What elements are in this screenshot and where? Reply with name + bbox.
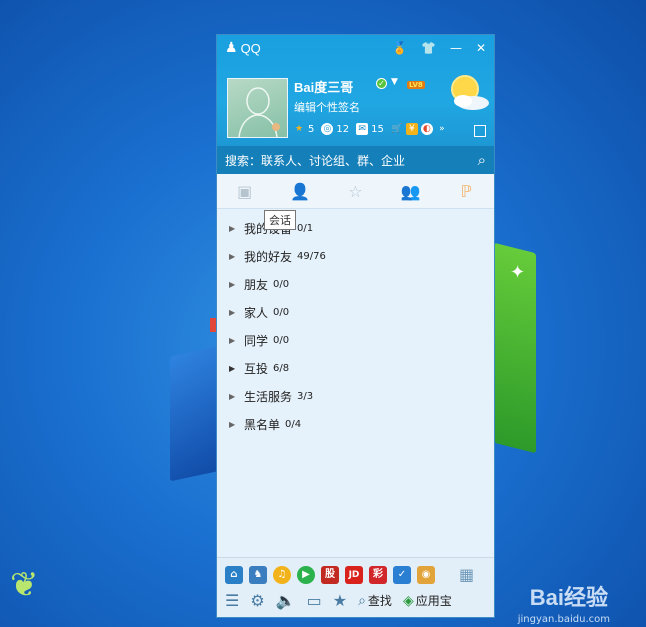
stock-icon[interactable]: 股 xyxy=(321,565,339,584)
group-count: 0/0 xyxy=(273,306,290,318)
lottery-icon[interactable]: 彩 xyxy=(369,565,387,584)
app-shortcuts: ⌂ ♞ ♫ ▶ 股 JD 彩 ✓ ◉ ▦ xyxy=(217,558,494,584)
appstore-label: 应用宝 xyxy=(415,594,452,608)
find-button[interactable]: ⌕ 查找 xyxy=(358,592,392,609)
folder-icon[interactable]: ▭ xyxy=(307,591,322,610)
qq-header: ♟ QQ 🏅 👕 — ✕ Bai度三哥 ✓ ▼ LV8 编辑个性签名 ★ 5 ◎… xyxy=(217,35,494,146)
search-icon: ⌕ xyxy=(358,592,366,609)
shopping-cart-icon[interactable]: 🛒 xyxy=(391,123,403,135)
browser-icon[interactable]: ◐ xyxy=(420,123,433,135)
main-tabs: ▣ 👤 ☆ 👥 ℙ xyxy=(217,174,494,209)
group-name: 朋友 xyxy=(244,277,269,292)
chevron-right-icon: ▶ xyxy=(229,391,236,401)
weather-sun-icon[interactable] xyxy=(443,71,491,115)
quick-stats-row: ★ 5 ◎ 12 ✉ 15 🛒 ¥ ◐ » xyxy=(293,123,448,135)
app-grid-icon[interactable]: ▦ xyxy=(459,565,474,584)
main-menu-icon[interactable]: ☰ xyxy=(225,591,239,610)
group-count: 3/3 xyxy=(297,390,314,402)
list-item[interactable]: ▶ 朋友 0/0 xyxy=(217,270,494,298)
skin-shirt-icon[interactable]: 👕 xyxy=(421,41,436,55)
jd-icon[interactable]: JD xyxy=(345,565,363,584)
leaf-icon: ❦ xyxy=(10,565,39,605)
qq-main-panel: ♟ QQ 🏅 👕 — ✕ Bai度三哥 ✓ ▼ LV8 编辑个性签名 ★ 5 ◎… xyxy=(216,34,495,618)
app-title: QQ xyxy=(240,40,261,56)
tab-favorites[interactable]: ☆ xyxy=(335,182,375,201)
minimize-button[interactable]: — xyxy=(450,41,462,55)
mail-icon[interactable]: ✉ xyxy=(356,123,369,135)
qq-penguin-icon: ♟ xyxy=(225,40,238,56)
title-bar[interactable]: ♟ QQ 🏅 👕 — ✕ xyxy=(217,35,494,61)
stat-value: 5 xyxy=(308,123,315,135)
list-item[interactable]: ▶ 家人 0/0 xyxy=(217,298,494,326)
list-item[interactable]: ▶ 互投 6/8 xyxy=(217,354,494,382)
tool-row: ☰ ⚙ 🔈 ▭ ★ ⌕ 查找 ◈ 应用宝 xyxy=(217,584,494,610)
group-name: 家人 xyxy=(244,305,269,320)
group-count: 0/0 xyxy=(273,334,290,346)
search-input[interactable]: 搜索：联系人、讨论组、群、企业 xyxy=(225,152,405,169)
list-item[interactable]: ▶ 我的设备 0/1 xyxy=(217,214,494,242)
search-icon[interactable]: ⌕ xyxy=(478,151,486,169)
tab-conversations[interactable]: ▣ xyxy=(225,182,265,201)
group-count: 6/8 xyxy=(273,362,290,374)
list-item[interactable]: ▶ 黑名单 0/4 xyxy=(217,410,494,438)
butterfly-icon: ✦ xyxy=(510,262,526,283)
group-name: 我的好友 xyxy=(244,249,293,264)
chevron-right-icon: ▶ xyxy=(229,335,236,345)
online-status-icon[interactable]: ✓ xyxy=(376,78,387,89)
graduation-cap-icon[interactable]: ⌂ xyxy=(225,565,243,584)
close-button[interactable]: ✕ xyxy=(476,41,486,55)
tab-contacts[interactable]: 👤 xyxy=(280,182,320,201)
stat-value: 12 xyxy=(336,123,350,135)
app-manager-icon[interactable] xyxy=(474,125,486,137)
qqmusic-icon[interactable]: ♫ xyxy=(273,565,291,584)
video-icon[interactable]: ▶ xyxy=(297,565,315,584)
find-label: 查找 xyxy=(367,594,392,608)
list-item[interactable]: ▶ 同学 0/0 xyxy=(217,326,494,354)
group-count: 0/1 xyxy=(297,222,314,234)
signature-field[interactable]: 编辑个性签名 xyxy=(294,99,360,115)
pet-icon[interactable]: ◉ xyxy=(417,565,435,584)
more-chevron-icon[interactable]: » xyxy=(436,123,448,135)
stat-value: 15 xyxy=(371,123,384,135)
baidu-watermark-url: jingyan.baidu.com xyxy=(517,614,610,625)
chevron-right-icon: ▶ xyxy=(229,251,236,261)
nickname[interactable]: Bai度三哥 xyxy=(294,77,353,96)
avatar[interactable] xyxy=(227,78,288,138)
volume-icon[interactable]: 🔈 xyxy=(276,591,296,610)
appstore-icon: ◈ xyxy=(402,592,414,609)
tab-weibo[interactable]: ℙ xyxy=(446,182,486,201)
penguin-icon[interactable]: ♞ xyxy=(249,565,267,584)
avatar-silhouette-icon xyxy=(237,87,280,137)
list-item[interactable]: ▶ 我的好友 49/76 xyxy=(217,242,494,270)
group-count: 49/76 xyxy=(297,250,326,262)
bottom-toolbar: ⌂ ♞ ♫ ▶ 股 JD 彩 ✓ ◉ ▦ ☰ ⚙ 🔈 ▭ ★ ⌕ 查找 ◈ 应用… xyxy=(217,557,494,617)
gear-icon[interactable]: ⚙ xyxy=(250,591,264,610)
contact-groups: ▶ 我的设备 0/1 ▶ 我的好友 49/76 ▶ 朋友 0/0 ▶ 家人 0/… xyxy=(217,209,494,438)
chevron-right-icon: ▶ xyxy=(229,419,236,429)
appstore-button[interactable]: ◈ 应用宝 xyxy=(403,592,452,609)
chevron-right-icon: ▶ xyxy=(229,307,236,317)
group-name: 同学 xyxy=(244,333,269,348)
group-count: 0/4 xyxy=(285,418,302,430)
chevron-right-icon: ▶ xyxy=(229,279,236,289)
chevron-right-icon: ▶ xyxy=(229,223,236,233)
qzone-icon[interactable]: ◎ xyxy=(321,123,334,135)
tooltip: 会话 xyxy=(264,210,296,230)
search-bar[interactable]: 搜索：联系人、讨论组、群、企业 ⌕ xyxy=(217,146,494,174)
favorites-star-icon[interactable]: ★ xyxy=(333,591,347,610)
group-count: 0/0 xyxy=(273,278,290,290)
chevron-down-icon[interactable]: ▼ xyxy=(391,77,398,87)
level-badge[interactable]: LV8 xyxy=(407,81,425,89)
group-name: 生活服务 xyxy=(244,389,293,404)
shield-icon[interactable]: ✓ xyxy=(393,565,411,584)
baidu-watermark: Bai经验 xyxy=(529,585,608,610)
tab-groups[interactable]: 👥 xyxy=(391,182,431,201)
group-name: 黑名单 xyxy=(244,417,281,432)
wallet-icon[interactable]: ¥ xyxy=(405,123,418,135)
list-item[interactable]: ▶ 生活服务 3/3 xyxy=(217,382,494,410)
medal-icon[interactable]: 🏅 xyxy=(392,41,407,55)
star-icon[interactable]: ★ xyxy=(293,123,305,135)
group-name: 互投 xyxy=(244,361,269,376)
chevron-right-icon: ▶ xyxy=(229,363,236,373)
